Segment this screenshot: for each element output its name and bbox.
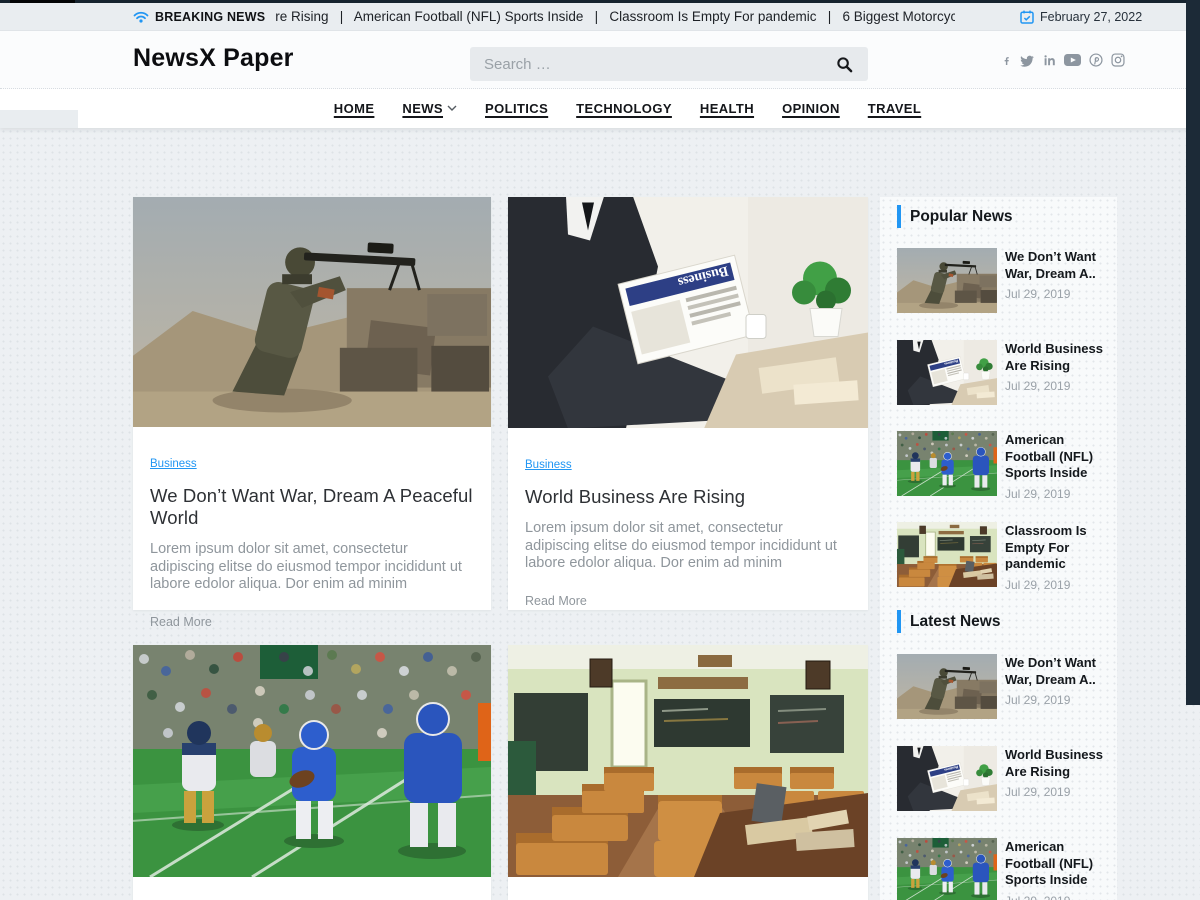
date-display: February 27, 2022 xyxy=(1020,3,1142,30)
nav-item-travel[interactable]: TRAVEL xyxy=(868,101,921,116)
article-card-classroom[interactable] xyxy=(508,645,868,900)
category-link[interactable]: Business xyxy=(525,459,572,471)
youtube-icon[interactable] xyxy=(1064,54,1081,66)
window-top-edge-segment xyxy=(10,0,75,3)
article-title-link[interactable]: We Don’t Want War, Dream A.. xyxy=(1005,249,1109,282)
article-date: Jul 29, 2019 xyxy=(1005,894,1109,900)
search-button[interactable] xyxy=(826,47,862,81)
twitter-icon[interactable] xyxy=(1019,54,1034,67)
breaking-news-label: BREAKING NEWS xyxy=(155,10,265,24)
popular-news-item[interactable]: World Business Are Rising Jul 29, 2019 xyxy=(897,340,1109,418)
current-date: February 27, 2022 xyxy=(1040,10,1142,24)
article-date: Jul 29, 2019 xyxy=(1005,578,1109,592)
article-date: Jul 29, 2019 xyxy=(1005,785,1109,799)
linkedin-icon[interactable] xyxy=(1042,53,1056,67)
article-card-war[interactable]: Business We Don’t Want War, Dream A Peac… xyxy=(133,197,491,610)
search-input[interactable] xyxy=(470,47,834,81)
broadcast-icon xyxy=(133,11,149,23)
nav-item-politics[interactable]: POLITICS xyxy=(485,101,548,116)
article-date: Jul 29, 2019 xyxy=(1005,287,1109,301)
latest-news-item[interactable]: American Football (NFL) Sports Inside Ju… xyxy=(897,838,1109,900)
scrollbar-thumb[interactable] xyxy=(1186,0,1200,705)
nav-item-home[interactable]: HOME xyxy=(334,101,375,116)
article-card-body: Business We Don’t Want War, Dream A Peac… xyxy=(133,427,491,610)
read-more-link[interactable]: Read More xyxy=(525,594,587,608)
site-header: NewsX Paper xyxy=(0,30,1200,89)
facebook-icon[interactable] xyxy=(1002,53,1011,68)
nav-item-technology[interactable]: TECHNOLOGY xyxy=(576,101,672,116)
nav-item-news[interactable]: NEWS xyxy=(402,101,457,116)
article-date: Jul 29, 2019 xyxy=(1005,693,1109,707)
search-box xyxy=(470,47,868,81)
chevron-down-icon xyxy=(447,105,457,111)
popular-news-item[interactable]: Classroom Is Empty For pandemic Jul 29, … xyxy=(897,522,1109,600)
article-date: Jul 29, 2019 xyxy=(1005,379,1109,393)
article-date: Jul 29, 2019 xyxy=(1005,487,1109,501)
article-title-link[interactable]: American Football (NFL) Sports Inside xyxy=(1005,839,1109,889)
thumbnail-business[interactable] xyxy=(897,340,997,405)
breaking-news-ticker: BREAKING NEWS re Rising | American Footb… xyxy=(133,3,955,30)
heading-accent-bar xyxy=(897,610,901,633)
popular-news-item[interactable]: American Football (NFL) Sports Inside Ju… xyxy=(897,431,1109,509)
thumbnail-classroom[interactable] xyxy=(897,522,997,587)
read-more-link[interactable]: Read More xyxy=(150,615,212,629)
article-image-classroom[interactable] xyxy=(508,645,868,877)
thumbnail-soldier[interactable] xyxy=(897,654,997,719)
article-title-link[interactable]: World Business Are Rising xyxy=(1005,747,1109,780)
calendar-icon xyxy=(1020,10,1034,24)
nav-left-artifact xyxy=(0,110,78,128)
article-title-link[interactable]: World Business Are Rising xyxy=(1005,341,1109,374)
thumbnail-football[interactable] xyxy=(897,431,997,496)
sidebar: Popular News We Don’t Want War, Dream A.… xyxy=(880,197,1117,900)
article-excerpt: Lorem ipsum dolor sit amet, consectetur … xyxy=(525,520,851,573)
instagram-icon[interactable] xyxy=(1111,53,1125,67)
main-navigation: HOME NEWS POLITICS TECHNOLOGY HEALTH OPI… xyxy=(0,88,1200,128)
nav-menu: HOME NEWS POLITICS TECHNOLOGY HEALTH OPI… xyxy=(0,88,1200,128)
pinterest-icon[interactable] xyxy=(1089,53,1103,67)
article-title-link[interactable]: American Football (NFL) Sports Inside xyxy=(1005,432,1109,482)
article-excerpt: Lorem ipsum dolor sit amet, consectetur … xyxy=(150,541,474,594)
article-card-body xyxy=(133,877,491,900)
latest-news-item[interactable]: We Don’t Want War, Dream A.. Jul 29, 201… xyxy=(897,654,1109,732)
article-title[interactable]: World Business Are Rising xyxy=(525,486,851,508)
article-image-soldier[interactable] xyxy=(133,197,491,427)
nav-item-opinion[interactable]: OPINION xyxy=(782,101,840,116)
article-card-football[interactable] xyxy=(133,645,491,900)
news-website-page: BREAKING NEWS re Rising | American Footb… xyxy=(0,0,1200,900)
thumbnail-soldier[interactable] xyxy=(897,248,997,313)
article-image-football[interactable] xyxy=(133,645,491,877)
heading-accent-bar xyxy=(897,205,901,228)
search-icon xyxy=(836,56,853,73)
article-title-link[interactable]: We Don’t Want War, Dream A.. xyxy=(1005,655,1109,688)
article-title-link[interactable]: Classroom Is Empty For pandemic xyxy=(1005,523,1109,573)
article-card-body: Business World Business Are Rising Lorem… xyxy=(508,428,868,610)
site-logo[interactable]: NewsX Paper xyxy=(133,44,294,73)
ticker-text[interactable]: re Rising | American Football (NFL) Spor… xyxy=(275,9,955,24)
nav-item-health[interactable]: HEALTH xyxy=(700,101,754,116)
latest-news-heading: Latest News xyxy=(897,610,1000,633)
article-image-business[interactable] xyxy=(508,197,868,428)
thumbnail-business[interactable] xyxy=(897,746,997,811)
article-title[interactable]: We Don’t Want War, Dream A Peaceful Worl… xyxy=(150,485,474,529)
article-card-body xyxy=(508,877,868,900)
latest-news-item[interactable]: World Business Are Rising Jul 29, 2019 xyxy=(897,746,1109,824)
thumbnail-football[interactable] xyxy=(897,838,997,900)
social-links xyxy=(1002,52,1125,68)
breaking-news-bar: BREAKING NEWS re Rising | American Footb… xyxy=(0,3,1200,31)
article-card-business[interactable]: Business World Business Are Rising Lorem… xyxy=(508,197,868,610)
popular-news-item[interactable]: We Don’t Want War, Dream A.. Jul 29, 201… xyxy=(897,248,1109,326)
popular-news-heading: Popular News xyxy=(897,205,1013,228)
category-link[interactable]: Business xyxy=(150,458,197,470)
window-top-edge xyxy=(0,0,1200,3)
